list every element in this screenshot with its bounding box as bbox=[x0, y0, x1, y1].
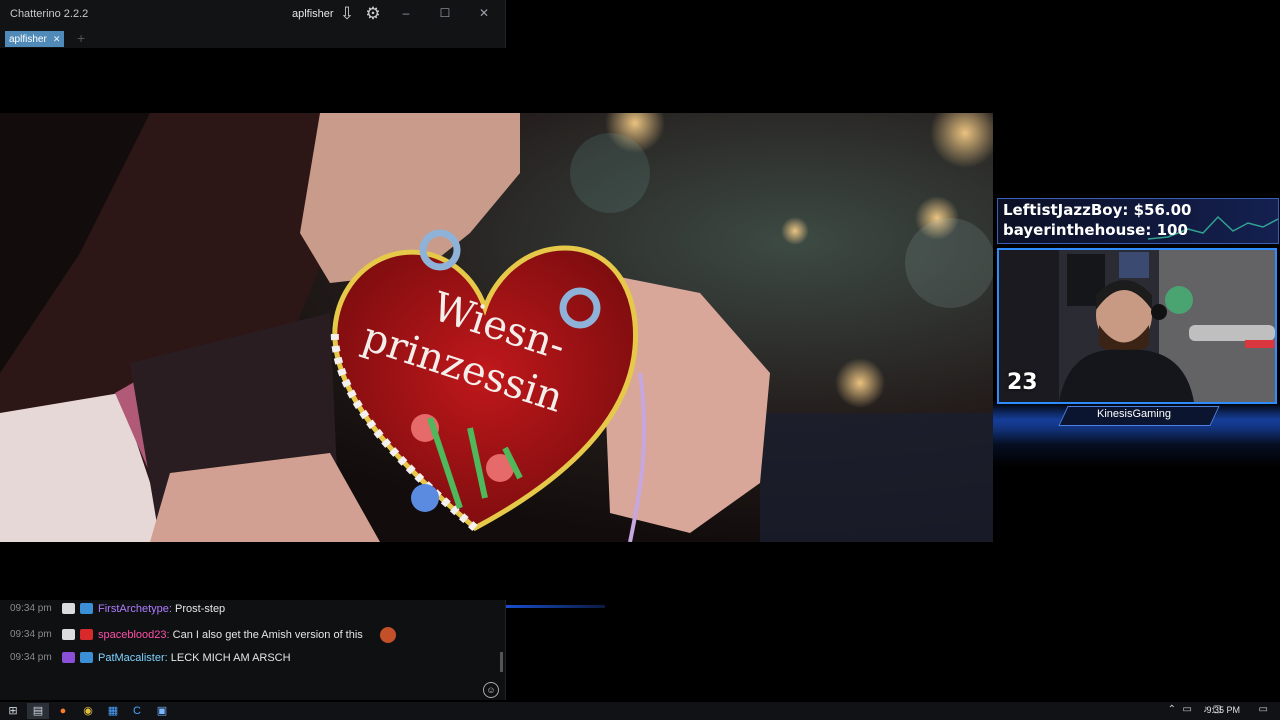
crown-badge-icon bbox=[80, 652, 93, 663]
video-frame-image: Wiesn- prinzessin bbox=[0, 113, 993, 542]
emote-icon bbox=[380, 627, 396, 643]
chrome-icon[interactable]: ◉ bbox=[77, 703, 99, 719]
message-text: Can I also get the Amish version of this bbox=[172, 629, 363, 641]
chat-scrollbar[interactable] bbox=[500, 652, 503, 672]
message-timestamp: 09:34 pm bbox=[10, 629, 52, 640]
download-arrow-icon[interactable]: ⇩ bbox=[336, 3, 358, 25]
accent-line bbox=[505, 605, 605, 608]
message-timestamp: 09:34 pm bbox=[10, 652, 52, 663]
file-explorer-icon[interactable]: ▤ bbox=[27, 703, 49, 719]
gear-icon[interactable]: ⚙ bbox=[362, 3, 384, 25]
account-name[interactable]: aplfisher bbox=[292, 8, 334, 20]
chat-message: 09:34 pm PatMacalister: LECK MICH AM ARS… bbox=[0, 648, 495, 668]
add-tab-button[interactable]: + bbox=[77, 29, 85, 47]
title-bar: Chatterino 2.2.2 aplfisher ⇩ ⚙ – ☐ ✕ bbox=[0, 0, 505, 27]
chat-message: 09:34 pm FirstArchetype: Prost-step bbox=[0, 599, 495, 619]
chat-username[interactable]: spaceblood23: Can I also get the Amish v… bbox=[98, 625, 363, 645]
video-player[interactable]: Wiesn- prinzessin bbox=[0, 113, 993, 542]
stream-overlay: LeftistJazzBoy: $56.00 bayerinthehouse: … bbox=[993, 192, 1280, 467]
chat-username[interactable]: FirstArchetype: Prost-step bbox=[98, 599, 225, 619]
tab-bar: aplfisher ✕ + bbox=[0, 28, 505, 48]
tab-aplfisher[interactable]: aplfisher ✕ bbox=[5, 31, 65, 47]
close-button[interactable]: ✕ bbox=[473, 4, 495, 22]
action-center-icon[interactable]: ▭ bbox=[1259, 704, 1268, 715]
username-text: FirstArchetype bbox=[98, 603, 169, 615]
chat-username[interactable]: PatMacalister: LECK MICH AM ARSCH bbox=[98, 648, 291, 668]
username-text: PatMacalister bbox=[98, 652, 165, 664]
windows-taskbar: ⊞ ▤ ● ◉ ▦ C ▣ ⌃ ▭ ♪ ▢ 9:35 PM ▭ bbox=[0, 702, 1280, 720]
chat-message: 09:34 pm spaceblood23: Can I also get th… bbox=[0, 625, 495, 645]
bits-alert: bayerinthehouse: 100 bbox=[1003, 221, 1188, 239]
prime-badge-icon bbox=[62, 652, 75, 663]
crown-badge-icon bbox=[80, 603, 93, 614]
message-timestamp: 09:34 pm bbox=[10, 603, 52, 614]
store-icon[interactable]: ▦ bbox=[102, 703, 124, 719]
mail-badge-icon bbox=[62, 603, 75, 614]
tab-label: aplfisher bbox=[9, 34, 47, 45]
alert-box: LeftistJazzBoy: $56.00 bayerinthehouse: … bbox=[997, 198, 1279, 244]
username-text: spaceblood23 bbox=[98, 629, 167, 641]
chatterino-window: Chatterino 2.2.2 aplfisher ⇩ ⚙ – ☐ ✕ apl… bbox=[0, 0, 506, 48]
network-icon[interactable]: ▭ bbox=[1183, 704, 1192, 715]
brand-name: KinesisGaming bbox=[1097, 408, 1171, 420]
cam-number-badge: 23 bbox=[1007, 370, 1038, 395]
app-taskbar-icon[interactable]: ▣ bbox=[151, 703, 173, 719]
tray-chevron-icon[interactable]: ⌃ bbox=[1168, 704, 1176, 715]
close-tab-icon[interactable]: ✕ bbox=[53, 34, 61, 44]
windows-start-icon[interactable]: ⊞ bbox=[2, 703, 24, 719]
app-title: Chatterino 2.2.2 bbox=[10, 8, 89, 20]
gift-badge-icon bbox=[80, 629, 93, 640]
firefox-icon[interactable]: ● bbox=[52, 703, 74, 719]
message-text: Prost-step bbox=[175, 603, 226, 615]
message-text: LECK MICH AM ARSCH bbox=[170, 652, 291, 664]
minimize-button[interactable]: – bbox=[395, 4, 417, 22]
donation-alert: LeftistJazzBoy: $56.00 bbox=[1003, 201, 1192, 219]
mail-badge-icon bbox=[62, 629, 75, 640]
maximize-button[interactable]: ☐ bbox=[434, 4, 456, 22]
webcam-feed: 23 bbox=[997, 248, 1277, 404]
webcam-image bbox=[999, 250, 1275, 402]
chat-message-list[interactable]: 09:34 pm FirstArchetype: Prost-step 09:3… bbox=[0, 600, 506, 700]
chat-input[interactable] bbox=[0, 682, 505, 700]
emote-picker-icon[interactable]: ☺ bbox=[483, 682, 499, 698]
taskbar-clock[interactable]: 9:35 PM bbox=[1206, 705, 1240, 715]
chatterino-taskbar-icon[interactable]: C bbox=[126, 703, 148, 719]
